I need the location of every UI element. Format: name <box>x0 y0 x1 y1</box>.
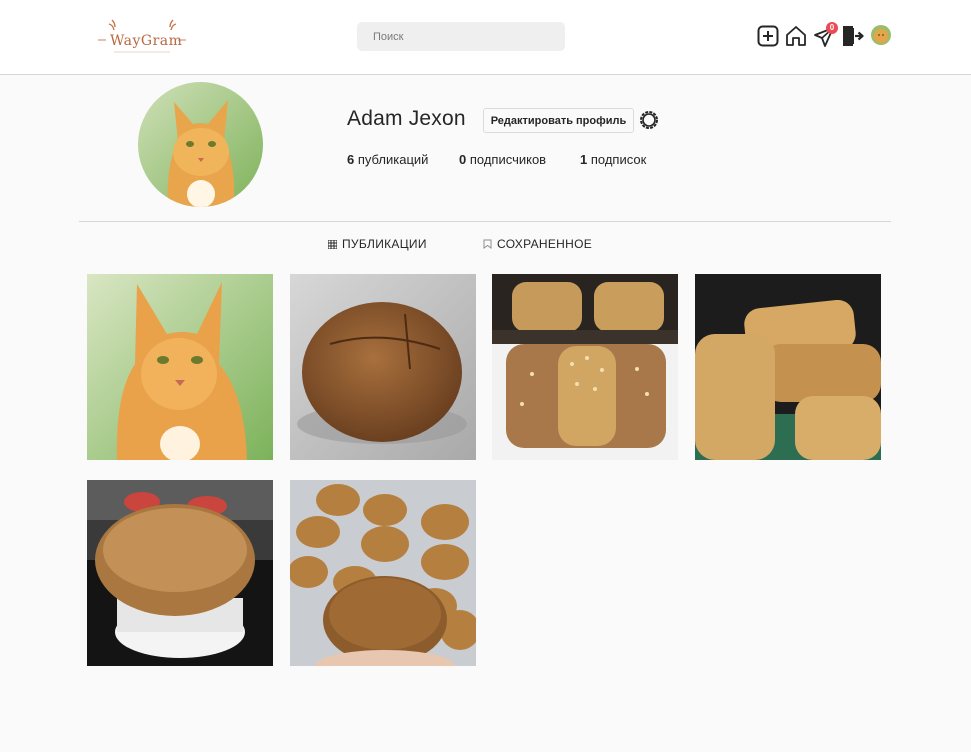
top-navigation-bar: WayGram 0 <box>0 0 971 75</box>
post-thumbnail[interactable] <box>87 274 273 460</box>
tab-posts-label: ПУБЛИКАЦИИ <box>342 237 427 251</box>
tab-saved-label: СОХРАНЕННОЕ <box>497 237 593 251</box>
followers-count-label: подписчиков <box>469 152 547 167</box>
post-image-cat <box>87 274 273 460</box>
tab-saved[interactable]: СОХРАНЕННОЕ <box>483 237 592 251</box>
following-count: 1 <box>580 152 588 167</box>
home-icon[interactable] <box>785 25 809 49</box>
search-input[interactable] <box>357 22 565 51</box>
grid-icon <box>328 239 337 249</box>
logout-icon[interactable] <box>842 25 866 49</box>
logo-text: WayGram <box>110 33 183 49</box>
tab-posts[interactable]: ПУБЛИКАЦИИ <box>328 237 427 251</box>
post-thumbnail[interactable] <box>290 274 476 460</box>
waygram-logo[interactable]: WayGram <box>96 16 188 58</box>
edit-profile-button[interactable]: Редактировать профиль <box>483 108 634 133</box>
posts-count: 6 <box>347 152 355 167</box>
post-thumbnail[interactable] <box>87 480 273 666</box>
posts-count-label: публикаций <box>357 152 429 167</box>
profile-username: Adam Jexon <box>347 107 466 130</box>
profile-divider <box>79 221 891 222</box>
posts-count-stat[interactable]: 6 публикаций <box>347 152 428 167</box>
followers-count: 0 <box>459 152 467 167</box>
following-count-label: подписок <box>590 152 647 167</box>
notification-badge: 0 <box>826 22 838 34</box>
post-thumbnail[interactable] <box>290 480 476 666</box>
post-image-seeded-loaves <box>492 274 678 460</box>
post-image-rye-bread <box>290 274 476 460</box>
profile-picture <box>138 82 263 207</box>
bookmark-icon <box>483 239 492 249</box>
following-count-stat[interactable]: 1 подписок <box>580 152 646 167</box>
post-thumbnail[interactable] <box>492 274 678 460</box>
post-thumbnail[interactable] <box>695 274 881 460</box>
plus-square-icon[interactable] <box>757 25 781 49</box>
avatar[interactable] <box>871 25 891 45</box>
gear-icon[interactable] <box>638 109 660 131</box>
post-image-round-bread-on-mold <box>87 480 273 666</box>
followers-count-stat[interactable]: 0 подписчиков <box>459 152 546 167</box>
post-image-white-loaves <box>695 274 881 460</box>
post-image-seeded-buns <box>290 480 476 666</box>
